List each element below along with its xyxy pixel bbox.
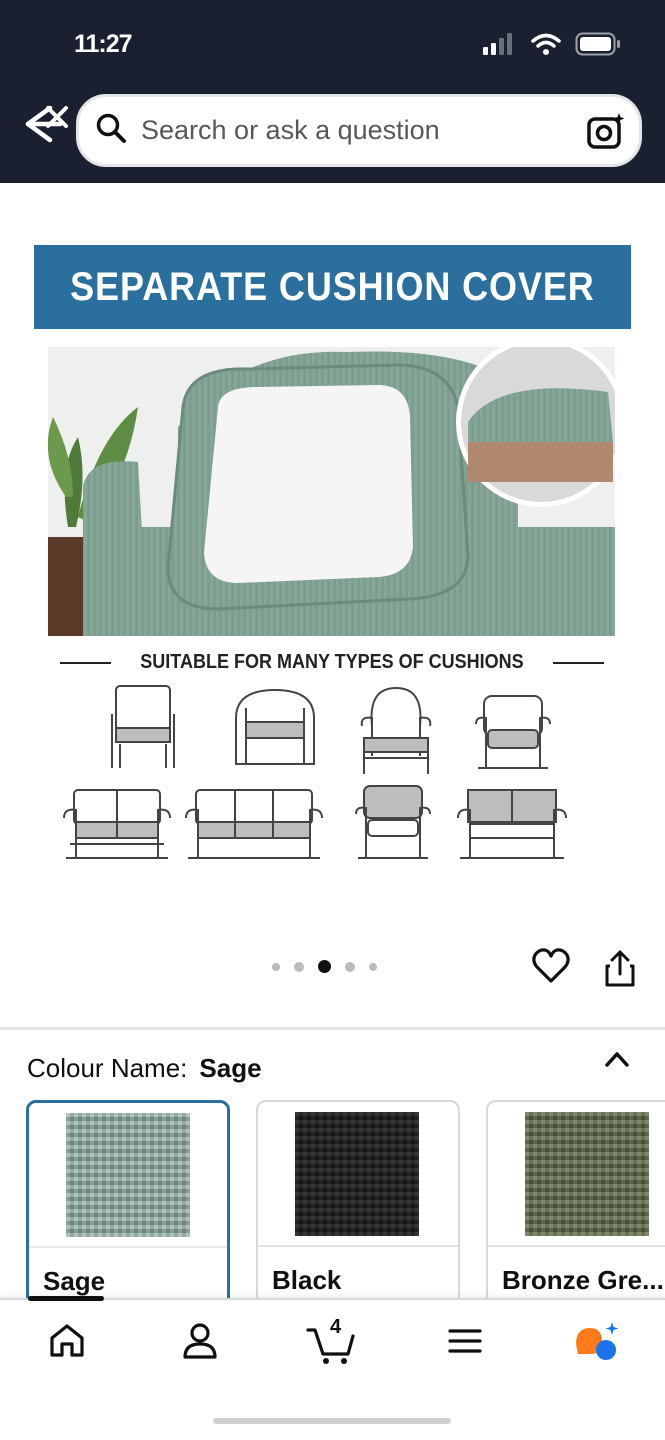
caption-rule-left — [60, 661, 112, 664]
colour-option-bronze-green[interactable]: Bronze Gre... — [486, 1100, 665, 1310]
swatch-separator — [488, 1245, 665, 1247]
carousel-dot[interactable] — [369, 962, 377, 971]
suitable-text: SUITABLE FOR MANY TYPES OF CUSHIONS — [140, 651, 524, 673]
loveseat-drawing — [63, 789, 171, 859]
chevron-up-icon[interactable] — [604, 1050, 630, 1073]
status-time: 11:27 — [74, 30, 133, 58]
carousel-dot-active[interactable] — [318, 960, 331, 973]
swatch-name: Sage — [43, 1266, 106, 1296]
wifi-icon — [531, 33, 561, 60]
product-photo[interactable] — [48, 347, 615, 636]
back-close-icon[interactable] — [20, 104, 72, 153]
cart-count-badge: 4 — [330, 1316, 342, 1338]
cart-icon[interactable]: 4 — [306, 1316, 358, 1371]
carousel-dot[interactable] — [345, 961, 355, 972]
search-input[interactable] — [141, 115, 561, 146]
swatch-separator — [29, 1246, 227, 1248]
nav-active-indicator — [28, 1296, 104, 1301]
colour-label: Colour Name: — [27, 1053, 188, 1083]
club-chair-drawing — [475, 695, 551, 769]
carousel-dot[interactable] — [272, 962, 280, 971]
share-icon[interactable] — [604, 950, 636, 993]
armchair-drawing-1 — [111, 685, 175, 768]
home-icon[interactable] — [48, 1322, 86, 1363]
camera-search-icon[interactable] — [587, 113, 625, 154]
three-seat-sofa-drawing — [185, 789, 323, 859]
signal-icon — [483, 33, 517, 60]
rufus-assistant-icon[interactable] — [572, 1322, 620, 1367]
account-icon[interactable] — [182, 1322, 218, 1365]
carousel-dot[interactable] — [294, 961, 304, 972]
wishlist-heart-icon[interactable] — [532, 948, 570, 989]
product-image-banner: SEPARATE CUSHION COVER — [34, 245, 631, 329]
swatch-name: Black — [272, 1265, 342, 1295]
battery-icon — [575, 32, 621, 61]
swatch-image — [295, 1112, 419, 1236]
colour-option-black[interactable]: Black — [256, 1100, 460, 1310]
menu-icon[interactable] — [448, 1328, 482, 1359]
swatch-image — [525, 1112, 649, 1236]
banner-title: SEPARATE CUSHION COVER — [70, 264, 595, 309]
status-icons — [483, 32, 621, 61]
section-divider — [0, 1027, 665, 1030]
search-bar[interactable] — [76, 94, 642, 167]
caption-rule-right — [552, 661, 604, 664]
colour-option-sage[interactable]: Sage — [26, 1100, 230, 1310]
home-indicator-bar — [213, 1418, 451, 1424]
carousel-dots[interactable] — [272, 960, 377, 973]
app-header: 11:27 — [0, 0, 665, 183]
accent-chair-drawing — [355, 785, 431, 859]
colour-selected-value: Sage — [199, 1053, 262, 1083]
bottom-navigation: 4 — [0, 1296, 665, 1440]
swatch-image — [66, 1113, 190, 1237]
search-icon — [95, 112, 127, 149]
suitable-caption: SUITABLE FOR MANY TYPES OF CUSHIONS — [60, 651, 604, 674]
sofa-back-cushions-drawing — [457, 789, 567, 859]
tub-chair-drawing — [235, 688, 315, 765]
swatch-name: Bronze Gre... — [502, 1265, 664, 1295]
swatch-separator — [258, 1245, 458, 1247]
colour-name-row: Colour Name: Sage — [27, 1053, 262, 1084]
wingback-chair-drawing — [360, 686, 432, 774]
